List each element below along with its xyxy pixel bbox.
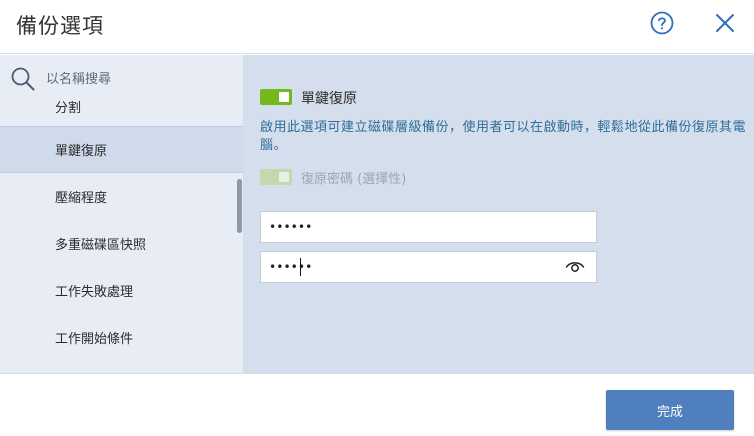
sidebar-item-label: 工作開始條件: [55, 331, 134, 347]
toggle-knob: [279, 92, 289, 102]
recovery-password-toggle[interactable]: [260, 169, 292, 185]
sidebar-item-label: 單鍵復原: [55, 144, 108, 159]
sidebar-item-compression-level[interactable]: 壓縮程度: [0, 173, 243, 220]
eye-icon[interactable]: [565, 259, 585, 275]
help-button[interactable]: [650, 11, 674, 35]
sidebar-item-label: 壓縮程度: [55, 190, 108, 206]
one-click-recovery-toggle[interactable]: [260, 89, 292, 105]
sidebar-item-multi-volume-snapshot[interactable]: 多重磁碟區快照: [0, 220, 243, 267]
dialog-footer: 完成: [0, 373, 754, 436]
sidebar-item-task-start-conditions[interactable]: 工作開始條件: [0, 314, 243, 361]
one-click-recovery-description: 啟用此選項可建立磁碟層級備份，使用者可以在啟動時，輕鬆地從此備份復原其電腦。: [260, 120, 747, 153]
sidebar-item-label: 多重磁碟區快照: [55, 237, 147, 253]
sidebar-scrollbar[interactable]: [237, 179, 242, 233]
sidebar-item-partition[interactable]: 分割: [0, 80, 243, 126]
text-caret: [300, 258, 301, 276]
sidebar-nav: 分割 單鍵復原 壓縮程度 多重磁碟區快照 工作失敗處理 工作開始條件: [0, 90, 243, 361]
one-click-recovery-label: 單鍵復原: [301, 91, 357, 107]
toggle-knob: [279, 172, 289, 182]
recovery-password-label: 復原密碼 (選擇性): [301, 172, 407, 187]
sidebar-item-label: 分割: [55, 101, 82, 116]
password-field[interactable]: [260, 211, 597, 243]
help-circle-icon: [650, 11, 674, 35]
options-content: 單鍵復原 啟用此選項可建立磁碟層級備份，使用者可以在啟動時，輕鬆地從此備份復原其…: [244, 55, 754, 373]
done-button[interactable]: 完成: [606, 390, 734, 430]
sidebar-item-task-failure-handling[interactable]: 工作失敗處理: [0, 267, 243, 314]
confirm-password-field[interactable]: [260, 251, 597, 283]
sidebar-item-label: 工作失敗處理: [55, 284, 134, 300]
dialog-header: 備份選項: [0, 0, 754, 54]
options-sidebar: 分割 單鍵復原 壓縮程度 多重磁碟區快照 工作失敗處理 工作開始條件: [0, 55, 244, 373]
dialog-title: 備份選項: [16, 14, 104, 38]
close-button[interactable]: [714, 12, 736, 34]
sidebar-item-one-click-recovery[interactable]: 單鍵復原: [0, 126, 243, 173]
close-icon: [716, 14, 734, 32]
